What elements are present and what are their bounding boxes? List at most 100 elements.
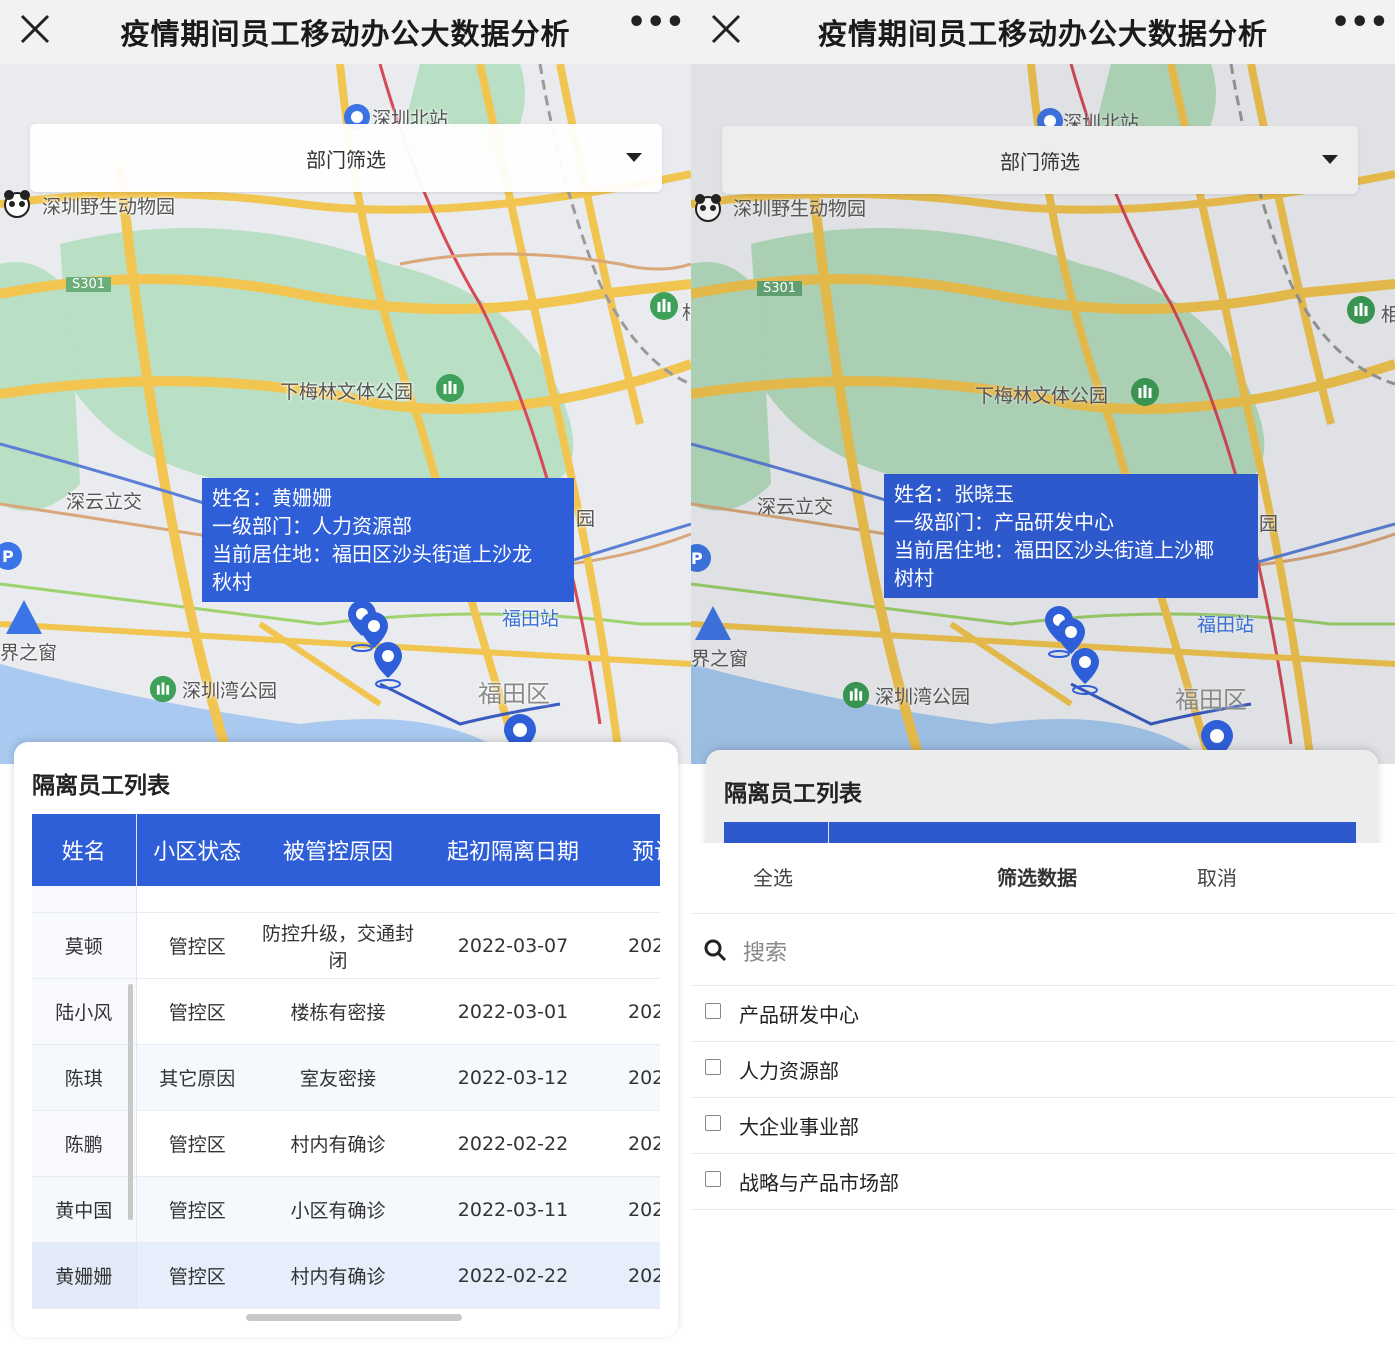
checkbox[interactable] — [705, 1115, 721, 1131]
cell-reason: 防控升级，交通封闭 — [258, 912, 418, 979]
panda-icon — [4, 190, 30, 218]
col-reason[interactable]: 被管控原因 — [258, 814, 418, 886]
cell-date: 2022-03-11 — [418, 1176, 608, 1243]
option-label: 人力资源部 — [739, 1059, 839, 1083]
map-label-meilin-park: 下梅林文体公园 — [280, 381, 414, 403]
table-row[interactable]: 陈琪 其它原因 室友密接 2022-03-12 202 — [32, 1044, 660, 1111]
table-row[interactable]: 黄中国 管控区 小区有确诊 2022-03-11 202 — [32, 1176, 660, 1243]
cell-expected: 202 — [608, 912, 660, 979]
option-enterprise[interactable]: 大企业事业部 — [691, 1097, 1395, 1153]
checkbox[interactable] — [705, 1003, 721, 1019]
search-icon — [704, 939, 727, 962]
search-input[interactable]: 搜索 — [691, 915, 1395, 985]
cell-status: 管控区 — [136, 1242, 258, 1309]
option-label: 产品研发中心 — [739, 1003, 859, 1027]
cell-expected: 202 — [608, 1044, 660, 1111]
tooltip-department: 一级部门：产品研发中心 — [894, 510, 1114, 534]
employee-pins[interactable] — [1043, 606, 1107, 698]
table-row[interactable]: 陈鹏 管控区 村内有确诊 2022-02-22 202 — [32, 1110, 660, 1177]
panel-title: 隔离员工列表 — [724, 781, 862, 807]
cell-reason: 楼栋有密接 — [258, 978, 418, 1045]
cell-name: 陆小风 — [32, 978, 137, 1045]
cell-status: 管控区 — [136, 1176, 258, 1243]
cell-status: 其它原因 — [136, 1044, 258, 1111]
table-row-selected[interactable]: 黄姗姗 管控区 村内有确诊 2022-02-22 202 — [32, 1242, 660, 1309]
option-strategy[interactable]: 战略与产品市场部 — [691, 1153, 1395, 1209]
more-icon[interactable]: ••• — [1331, 8, 1389, 52]
panda-icon — [695, 194, 721, 222]
cell-expected: 202 — [608, 1176, 660, 1243]
map-label-window: 界之窗 — [0, 642, 58, 664]
park-icon-right — [1347, 296, 1375, 324]
cell-date: 2022-03-01 — [418, 978, 608, 1045]
col-expected[interactable]: 预计 — [608, 814, 660, 886]
cell-status: 管控区 — [136, 1110, 258, 1177]
more-icon[interactable]: ••• — [627, 8, 685, 52]
filter-title: 筛选数据 — [997, 866, 1077, 890]
map-label-futian-district: 福田区 — [478, 680, 550, 708]
cell-name: 莫顿 — [32, 912, 137, 979]
title-bar: 疫情期间员工移动办公大数据分析 ••• — [0, 0, 691, 64]
caret-down-icon — [626, 153, 642, 162]
close-icon[interactable] — [705, 8, 749, 52]
cell-status: 管控区 — [136, 978, 258, 1045]
cell-reason: 室友密接 — [258, 1044, 418, 1111]
parking-icon: P — [0, 542, 22, 570]
map-view[interactable]: 深圳北站 深圳野生动物园 S301 下梅林文体公园 深云立交 福田站 福田区 深… — [0, 64, 691, 764]
map-label-futian-station: 福田站 — [502, 608, 560, 630]
park-icon-right — [650, 292, 678, 320]
cell-reason: 村内有确诊 — [258, 1110, 418, 1177]
map-label-meilin-park: 下梅林文体公园 — [975, 385, 1109, 407]
department-filter-dropdown[interactable]: 部门筛选 — [722, 126, 1358, 194]
parking-letter: P — [2, 547, 14, 566]
map-label-shenyun: 深云立交 — [757, 496, 834, 518]
map-label-zoo: 深圳野生动物园 — [42, 196, 176, 218]
map-label-park-suffix: 园 — [576, 508, 596, 530]
table-row[interactable]: 陆小风 管控区 楼栋有密接 2022-03-01 202 — [32, 978, 660, 1045]
cell-name: 黄姗姗 — [32, 1242, 137, 1309]
option-hr[interactable]: 人力资源部 — [691, 1041, 1395, 1097]
map-label-park-char: 相 — [682, 298, 691, 325]
employee-tooltip: 姓名：张晓玉 一级部门：产品研发中心 当前居住地：福田区沙头街道上沙椰 树村 — [884, 474, 1258, 598]
caret-down-icon — [1322, 155, 1338, 164]
left-screen: 疫情期间员工移动办公大数据分析 ••• 深圳北站 深圳野生动物园 S301 下梅… — [0, 0, 691, 1345]
cell-date: 2022-03-12 — [418, 1044, 608, 1111]
parking-letter: P — [691, 549, 703, 568]
employee-table: 姓名 小区状态 被管控原因 起初隔离日期 预计 莫顿 管控区 防控升级，交通封闭… — [32, 814, 660, 1309]
map-view[interactable]: 深圳北站 深圳野生动物园 S301 下梅林文体公园 深云立交 福田站 福田区 深… — [691, 64, 1395, 764]
tooltip-residence: 当前居住地：福田区沙头街道上沙龙 — [212, 542, 532, 566]
cell-expected: 202 — [608, 1110, 660, 1177]
department-filter-label: 部门筛选 — [306, 147, 386, 172]
cell-reason-line1: 防控升级，交通封 — [261, 922, 414, 945]
employee-pins[interactable] — [346, 600, 410, 692]
map-label-road: S301 — [66, 277, 112, 292]
department-filter-label: 部门筛选 — [1000, 149, 1080, 174]
map-label-zoo: 深圳野生动物园 — [733, 198, 867, 220]
table-scrollbar[interactable] — [128, 984, 133, 1220]
col-start-date[interactable]: 起初隔离日期 — [418, 814, 608, 886]
page-title: 疫情期间员工移动办公大数据分析 — [817, 17, 1268, 51]
col-name[interactable]: 姓名 — [32, 814, 137, 886]
cell-date: 2022-02-22 — [418, 1242, 608, 1309]
col-status[interactable]: 小区状态 — [136, 814, 258, 886]
home-indicator — [246, 1314, 462, 1321]
department-filter-dropdown[interactable]: 部门筛选 — [30, 124, 662, 192]
map-label-road: S301 — [757, 281, 803, 296]
checkbox[interactable] — [705, 1059, 721, 1075]
cancel-button[interactable]: 取消 — [1197, 843, 1237, 913]
map-label-bay-park: 深圳湾公园 — [875, 686, 971, 708]
map-label-bay-park: 深圳湾公园 — [182, 680, 278, 702]
close-icon[interactable] — [14, 8, 58, 52]
search-placeholder: 搜索 — [743, 941, 788, 966]
cell-reason-line2: 闭 — [328, 949, 348, 972]
cell-reason: 村内有确诊 — [258, 1242, 418, 1309]
select-all-button[interactable]: 全选 — [753, 843, 793, 913]
option-label: 大企业事业部 — [739, 1115, 859, 1139]
table-row[interactable]: 莫顿 管控区 防控升级，交通封闭 2022-03-07 202 — [32, 912, 660, 979]
parking-icon: P — [691, 544, 711, 572]
cell-name: 陈鹏 — [32, 1110, 137, 1177]
option-product-rd[interactable]: 产品研发中心 — [691, 985, 1395, 1041]
checkbox[interactable] — [705, 1171, 721, 1187]
park-icon — [436, 374, 464, 402]
cell-reason: 小区有确诊 — [258, 1176, 418, 1243]
